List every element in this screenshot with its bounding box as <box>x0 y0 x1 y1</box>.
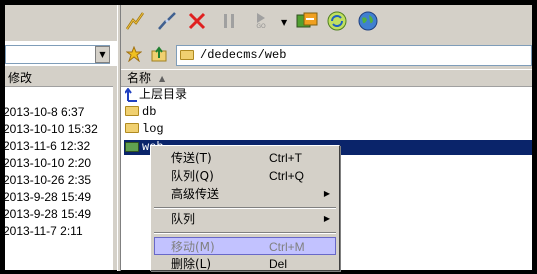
address-folder-icon <box>180 50 194 60</box>
disconnect-icon[interactable] <box>156 10 178 32</box>
list-item-folder[interactable]: log <box>125 121 164 137</box>
list-item-date: 2013-10-10 15:32 <box>3 122 98 136</box>
go-icon[interactable]: GO <box>250 10 272 32</box>
list-item-label: db <box>142 105 157 119</box>
sort-ascending-icon: ▲ <box>159 74 166 83</box>
menu-item-move[interactable]: 移动(M) Ctrl+M <box>154 237 336 255</box>
folder-icon <box>125 105 139 116</box>
window-frame-right <box>532 0 537 274</box>
favorites-star-icon[interactable] <box>126 46 142 62</box>
list-item-label: 上层目录 <box>139 87 188 101</box>
list-item-date: 2013-11-6 12:32 <box>3 139 91 153</box>
context-menu: 传送(T) Ctrl+T 队列(Q) Ctrl+Q 高级传送 ▶ 队列 ▶ 移动… <box>150 145 340 271</box>
local-combo-dropdown-icon[interactable]: ▼ <box>95 46 110 63</box>
menu-item-transfer[interactable]: 传送(T) Ctrl+T <box>154 149 336 167</box>
list-item-folder[interactable]: db <box>125 104 156 120</box>
address-path: /dedecms/web <box>200 48 287 62</box>
go-label: GO <box>256 23 266 30</box>
menu-item-queue-submenu[interactable]: 队列 ▶ <box>154 210 336 228</box>
column-header-modified[interactable]: 修改 <box>5 70 113 87</box>
refresh-icon[interactable] <box>326 10 348 32</box>
list-item-date: 2013-9-28 15:49 <box>3 207 92 221</box>
menu-item-queue[interactable]: 队列(Q) Ctrl+Q <box>154 167 336 185</box>
menu-item-delete[interactable]: 删除(L) Del <box>154 255 336 273</box>
menu-separator <box>154 232 336 234</box>
column-header-name[interactable]: 名称 ▲ <box>121 70 532 87</box>
list-item-date: 2013-10-10 2:20 <box>3 156 92 170</box>
parent-folder-up-icon[interactable] <box>151 46 167 62</box>
web-globe-icon[interactable] <box>357 10 379 32</box>
pause-icon[interactable] <box>218 10 240 32</box>
connect-icon[interactable] <box>124 10 146 32</box>
dropdown-arrow-icon[interactable]: ▼ <box>281 18 287 27</box>
list-item-date: 2013-10-26 2:35 <box>3 173 92 187</box>
list-item-date: 2013-9-28 15:49 <box>3 190 92 204</box>
abort-icon[interactable] <box>186 10 208 32</box>
submenu-arrow-icon: ▶ <box>323 189 330 198</box>
local-toolbar <box>5 5 117 41</box>
folder-icon <box>125 122 139 133</box>
up-arrow-icon <box>124 87 137 102</box>
menu-separator <box>154 207 336 209</box>
menu-item-advanced-transfer[interactable]: 高级传送 ▶ <box>154 185 336 203</box>
list-item-date: 2013-11-7 2:11 <box>3 224 83 238</box>
column-header-name-label: 名称 <box>127 71 152 85</box>
submenu-arrow-icon: ▶ <box>323 214 330 223</box>
list-item-parent[interactable]: 上层目录 <box>124 86 188 102</box>
list-item-date: 2013-10-8 6:37 <box>3 105 85 119</box>
sync-browse-icon[interactable] <box>296 10 318 32</box>
folder-icon <box>125 142 139 152</box>
list-item-label: log <box>142 122 164 136</box>
